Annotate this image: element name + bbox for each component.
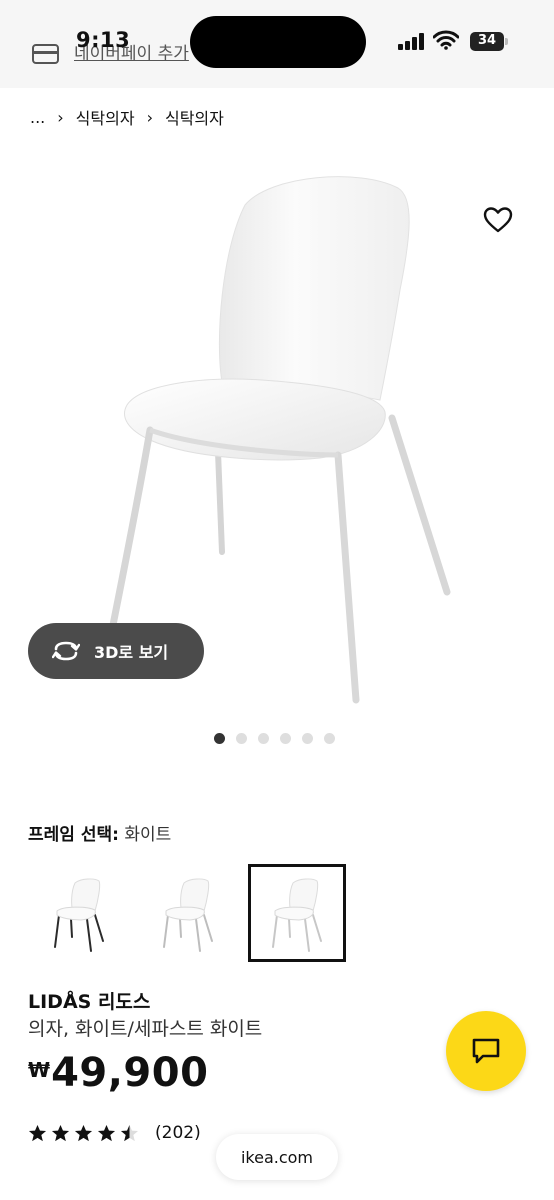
status-bar: 네이버페이 추가 9:13 34 [0, 0, 554, 88]
carousel-dot[interactable] [236, 733, 247, 744]
chair-thumbnail [54, 878, 104, 952]
breadcrumb-item-1[interactable]: 식탁의자 [76, 105, 135, 129]
carousel-dot[interactable] [280, 733, 291, 744]
address-bar-url[interactable]: ikea.com [216, 1134, 338, 1180]
product-name: LIDÅS 리도스 [28, 991, 151, 1013]
wifi-icon [433, 30, 459, 50]
status-time: 9:13 [76, 28, 131, 52]
chevron-right-icon: › [146, 107, 153, 127]
breadcrumb: ... › 식탁의자 › 식탁의자 [30, 105, 224, 129]
carousel-dot[interactable] [214, 733, 225, 744]
star-icon [51, 1124, 70, 1141]
dynamic-island [190, 16, 366, 68]
breadcrumb-ellipsis[interactable]: ... [30, 108, 45, 127]
product-rating[interactable]: (202) [28, 1123, 201, 1143]
carousel-dots [214, 733, 346, 744]
chair-thumbnail [272, 878, 322, 952]
carousel-dot[interactable] [302, 733, 313, 744]
chevron-right-icon: › [57, 107, 64, 127]
product-price: ₩ 49,900 [28, 1050, 208, 1096]
review-count: (202) [155, 1123, 201, 1143]
star-icon [74, 1124, 93, 1141]
frame-selection-label: 프레임 선택: [28, 825, 119, 845]
battery-level-text: 34 [477, 33, 497, 48]
frame-variant-white-frame-1[interactable] [139, 864, 237, 962]
rotate-3d-icon [52, 641, 80, 661]
price-amount: 49,900 [51, 1050, 209, 1096]
carousel-dot[interactable] [258, 733, 269, 744]
frame-variant-white-frame-2[interactable] [248, 864, 346, 962]
view-3d-button[interactable]: 3D로 보기 [28, 623, 204, 679]
product-description: 의자, 화이트/세파스트 화이트 [28, 1018, 263, 1040]
heart-icon[interactable] [482, 204, 514, 236]
star-icon [120, 1124, 139, 1141]
signal-icon [398, 33, 426, 50]
battery-icon: 34 [470, 32, 508, 51]
frame-selection-value: 화이트 [124, 825, 172, 845]
price-currency: ₩ [28, 1058, 51, 1082]
frame-selection-title: 프레임 선택: 화이트 [28, 820, 171, 845]
star-icon [28, 1124, 47, 1141]
chair-thumbnail [163, 878, 213, 952]
view-3d-label: 3D로 보기 [94, 643, 169, 662]
breadcrumb-item-2[interactable]: 식탁의자 [165, 105, 224, 129]
frame-variant-black-frame[interactable] [30, 864, 128, 962]
chat-icon [472, 1038, 500, 1064]
chat-button[interactable] [446, 1011, 526, 1091]
card-icon [32, 44, 59, 64]
frame-variants [30, 864, 357, 962]
carousel-dot[interactable] [324, 733, 335, 744]
star-icon [97, 1124, 116, 1141]
